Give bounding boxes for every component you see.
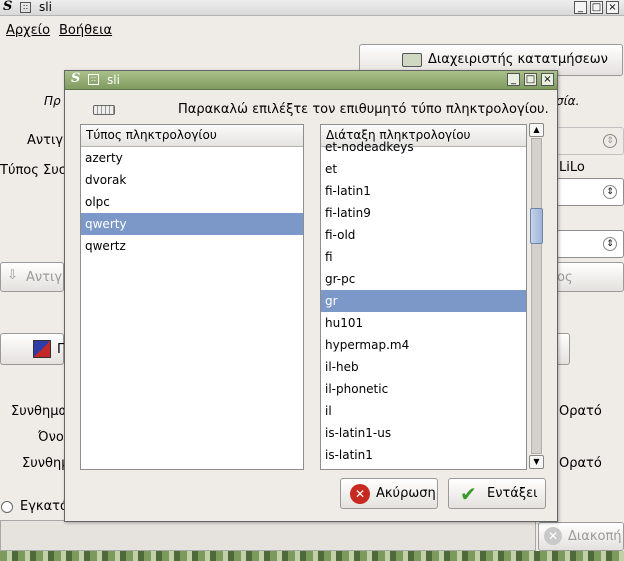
window-menu-icon[interactable]: :: bbox=[88, 74, 99, 85]
minimize-icon[interactable]: _ bbox=[574, 1, 587, 14]
list-item[interactable]: fi-latin1 bbox=[321, 180, 526, 202]
copy-button[interactable]: ⇩ Αντιγρ bbox=[0, 262, 70, 292]
left-action-button[interactable]: Π bbox=[0, 333, 67, 365]
visible-checkbox-label-1[interactable]: Ορατό bbox=[559, 404, 602, 419]
list-item[interactable]: azerty bbox=[81, 147, 303, 169]
install-radio[interactable] bbox=[1, 501, 13, 513]
checkmark-icon: ✔ bbox=[460, 482, 477, 506]
name-label: Όνο bbox=[38, 430, 64, 445]
scroll-up-arrow-icon[interactable]: ▲ bbox=[529, 123, 544, 137]
list-item[interactable]: et-nodeadkeys bbox=[321, 136, 526, 158]
combo-arrow-icon: ⇕ bbox=[603, 237, 617, 251]
status-bar bbox=[0, 520, 536, 551]
list-item[interactable]: il-phonetic bbox=[321, 378, 526, 400]
maximize-icon[interactable]: □ bbox=[590, 1, 603, 14]
partition-manager-label: Διαχειριστής κατατμήσεων bbox=[428, 52, 608, 67]
main-titlebar: S :: sli _ □ × bbox=[0, 0, 624, 16]
window-menu-icon[interactable]: :: bbox=[20, 2, 31, 13]
dialog-titlebar: S :: sli _ □ × bbox=[65, 71, 557, 90]
minimize-icon[interactable]: _ bbox=[507, 73, 520, 86]
stop-button[interactable]: ✕ Διακοπή bbox=[538, 522, 624, 551]
list-item-selected[interactable]: gr bbox=[321, 290, 526, 312]
main-window-title: sli bbox=[39, 0, 52, 14]
menubar: Αρχείο Βοήθεια bbox=[0, 18, 624, 40]
list-item[interactable]: qwertz bbox=[81, 235, 303, 257]
disk-icon bbox=[402, 53, 422, 67]
list-item[interactable]: et bbox=[321, 158, 526, 180]
cancel-button[interactable]: ✕ Ακύρωση bbox=[340, 478, 438, 509]
list-item[interactable]: dvorak bbox=[81, 169, 303, 191]
menu-file[interactable]: Αρχείο bbox=[6, 23, 50, 38]
password-label: Συνθημα bbox=[11, 404, 68, 419]
list-item[interactable]: is-latin1 bbox=[321, 444, 526, 466]
lilo-label: LiLo bbox=[559, 160, 585, 175]
cancel-button-label: Ακύρωση bbox=[376, 486, 436, 501]
download-icon: ⇩ bbox=[7, 268, 18, 283]
list-item[interactable]: fi-latin9 bbox=[321, 202, 526, 224]
close-icon[interactable]: × bbox=[541, 73, 554, 86]
scrollbar-thumb[interactable] bbox=[530, 208, 543, 244]
keyboard-icon bbox=[93, 105, 115, 115]
combo-arrow-icon: ⇕ bbox=[603, 185, 617, 199]
list-item[interactable]: fi bbox=[321, 246, 526, 268]
close-icon[interactable]: × bbox=[606, 1, 619, 14]
list-item[interactable]: hypermap.m4 bbox=[321, 334, 526, 356]
list-item-selected[interactable]: qwerty bbox=[81, 213, 303, 235]
ok-button-label: Εντάξει bbox=[487, 486, 538, 501]
dialog-prompt: Παρακαλώ επιλέξτε τον επιθυμητό τύπο πλη… bbox=[178, 102, 549, 117]
right-button[interactable]: ος bbox=[556, 262, 624, 292]
keyboard-type-list[interactable]: Τύπος πληκτρολογίου azerty dvorak olpc q… bbox=[80, 124, 304, 470]
layout-list-items: et-nodeadkeys et fi-latin1 fi-latin9 fi-… bbox=[321, 136, 526, 466]
intro-text-right: σία. bbox=[556, 94, 580, 108]
dialog-title: sli bbox=[107, 73, 120, 87]
copy-combo[interactable]: ⇕ bbox=[556, 127, 624, 155]
maximize-icon[interactable]: □ bbox=[524, 73, 537, 86]
list-item[interactable]: fi-old bbox=[321, 224, 526, 246]
layout-scrollbar[interactable]: ▲ ▼ bbox=[529, 123, 544, 469]
type-list-header[interactable]: Τύπος πληκτρολογίου bbox=[81, 125, 303, 147]
combo-arrow-icon: ⇕ bbox=[603, 134, 617, 148]
list-item[interactable]: olpc bbox=[81, 191, 303, 213]
flag-icon bbox=[33, 340, 51, 358]
scrollbar-trough[interactable] bbox=[531, 138, 542, 454]
list-item[interactable]: is-latin1-us bbox=[321, 422, 526, 444]
bootloader-combo[interactable]: ⇕ bbox=[556, 178, 624, 206]
scroll-down-arrow-icon[interactable]: ▼ bbox=[529, 455, 544, 469]
password2-label: Συνθημ bbox=[22, 456, 70, 471]
stop-button-label: Διακοπή bbox=[568, 529, 622, 544]
list-item[interactable]: il bbox=[321, 400, 526, 422]
right-action-button[interactable] bbox=[556, 333, 570, 365]
list-item[interactable]: hu101 bbox=[321, 312, 526, 334]
right-button-label: ος bbox=[557, 270, 573, 285]
list-item[interactable]: il-heb bbox=[321, 356, 526, 378]
install-radio-label: Εγκατά bbox=[20, 499, 69, 514]
visible-checkbox-label-2[interactable]: Ορατό bbox=[559, 456, 602, 471]
list-item[interactable]: gr-pc bbox=[321, 268, 526, 290]
app-logo-icon: S bbox=[71, 71, 81, 86]
keyboard-layout-list[interactable]: Διάταξη πληκτρολογίου et-nodeadkeys et f… bbox=[320, 124, 527, 470]
desktop-strip bbox=[0, 551, 624, 561]
cancel-icon: ✕ bbox=[350, 484, 370, 504]
stop-icon: ✕ bbox=[544, 527, 562, 545]
ok-button[interactable]: ✔ Εντάξει bbox=[448, 478, 546, 509]
type-list-items: azerty dvorak olpc qwerty qwertz bbox=[81, 147, 303, 257]
keyboard-dialog: S :: sli _ □ × Παρακαλώ επιλέξτε τον επι… bbox=[64, 70, 558, 522]
intro-text-left: Πρ bbox=[44, 94, 61, 108]
third-combo[interactable]: ⇕ bbox=[556, 230, 624, 258]
app-logo-icon: S bbox=[3, 0, 13, 14]
menu-help[interactable]: Βοήθεια bbox=[59, 23, 112, 38]
